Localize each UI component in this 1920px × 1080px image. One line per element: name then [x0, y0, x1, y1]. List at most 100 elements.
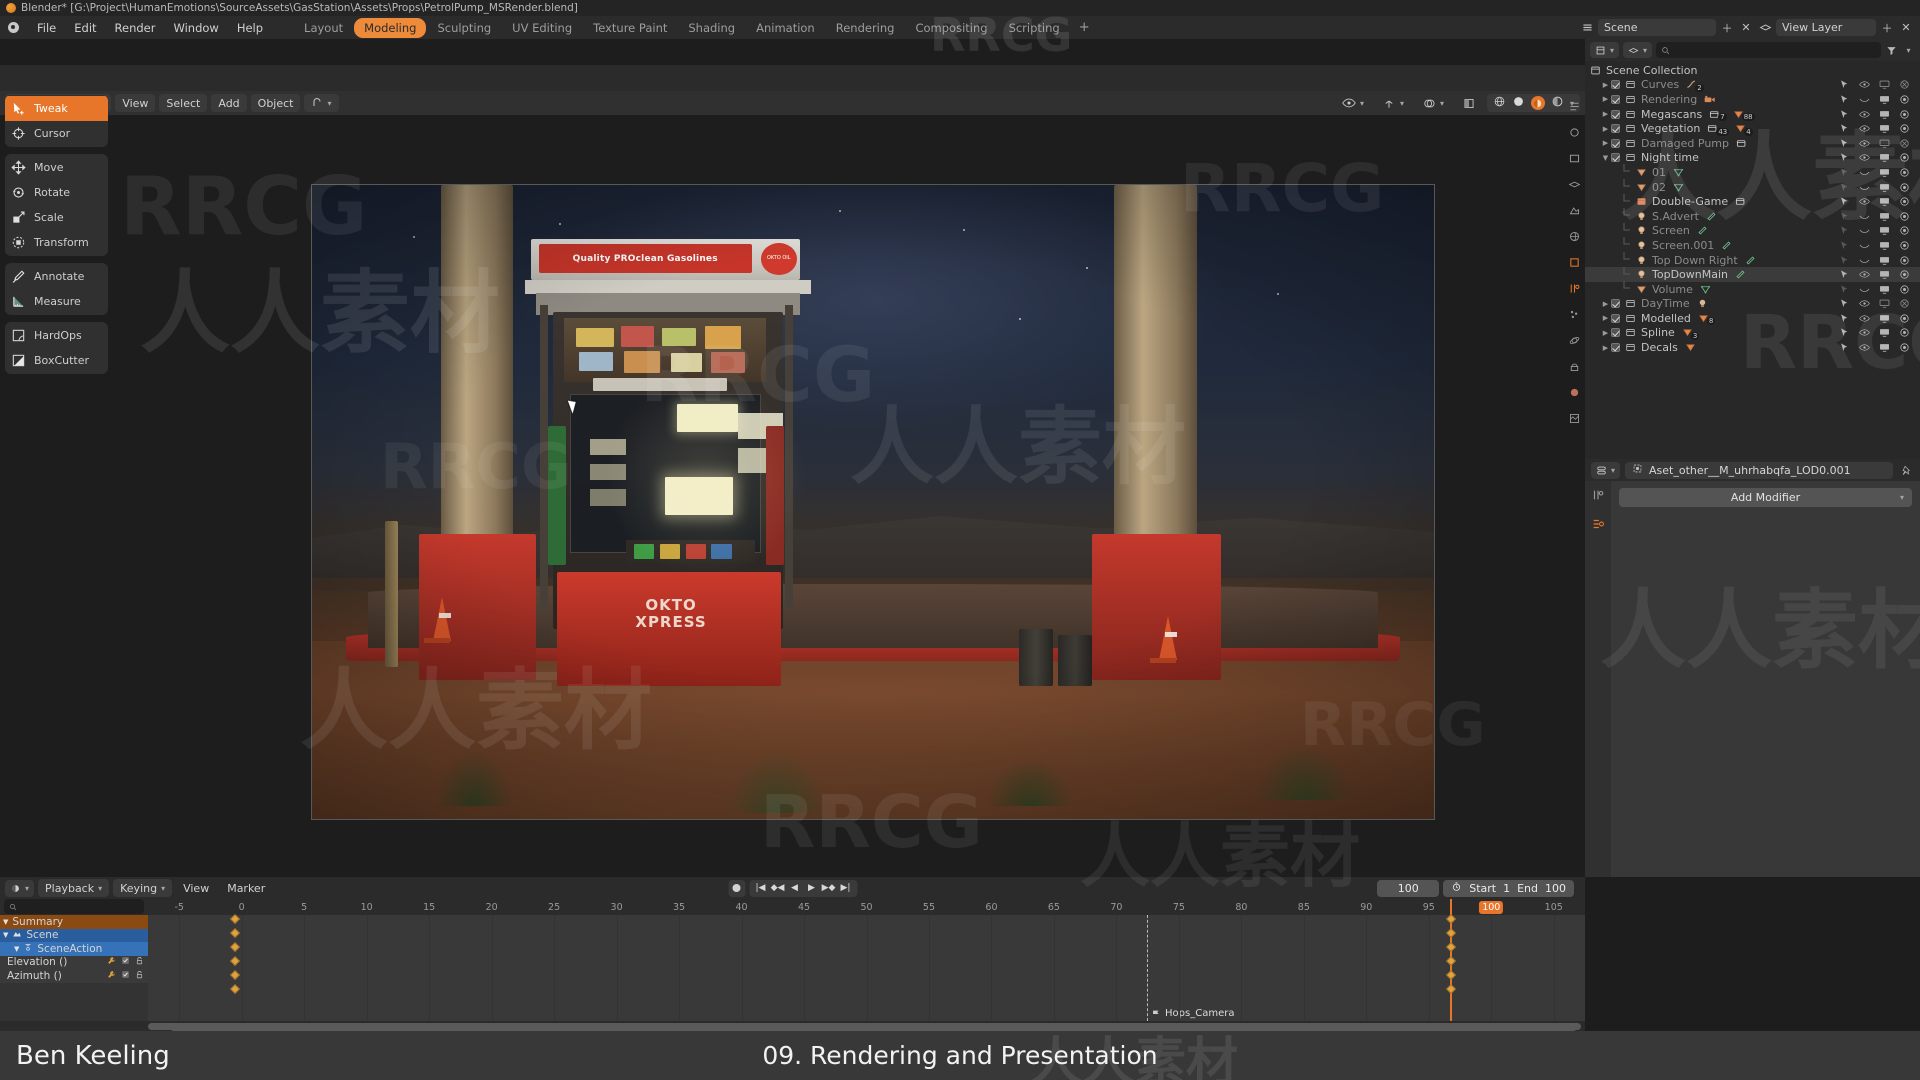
disclosure-closed-icon[interactable]: ▶: [1600, 329, 1611, 337]
blender-app-icon[interactable]: [6, 20, 22, 35]
workspace-tab-layout[interactable]: Layout: [294, 18, 353, 38]
tool-scale[interactable]: Scale: [5, 205, 108, 230]
play-button[interactable]: ▶: [803, 880, 820, 897]
disable-in-viewports-icon[interactable]: [1879, 79, 1890, 90]
workspace-tab-sculpting[interactable]: Sculpting: [427, 18, 501, 38]
keyframe[interactable]: [230, 956, 241, 966]
shading-material-icon[interactable]: [1530, 96, 1545, 110]
timeline-ruler[interactable]: -5 0 5 10 15 20 25 30 35 40 45 50 55 60 65 70 75 80 85 90 95…: [148, 899, 1585, 915]
disable-in-viewports-icon[interactable]: [1879, 109, 1890, 120]
tab-modifiers[interactable]: [1590, 516, 1606, 532]
tool-annotate[interactable]: Annotate: [5, 264, 108, 289]
auto-keying-button[interactable]: [728, 879, 745, 897]
keyframe[interactable]: [230, 928, 241, 938]
disable-in-viewports-icon[interactable]: [1879, 123, 1890, 134]
properties-editor-type-icon[interactable]: ▾: [1591, 461, 1621, 479]
select-cursor-icon[interactable]: [1839, 196, 1850, 207]
disable-in-renders-icon[interactable]: [1899, 284, 1910, 295]
menu-object[interactable]: Object: [250, 94, 301, 112]
select-cursor-icon[interactable]: [1839, 211, 1850, 222]
outliner-editor[interactable]: ▾ ▾ ▾ Scene Collection ▶ Curves 2 ▶ Renderin…: [1585, 39, 1920, 459]
disable-in-viewports-icon[interactable]: [1879, 211, 1890, 222]
hide-in-viewport-icon[interactable]: [1859, 284, 1870, 295]
disable-in-viewports-icon[interactable]: [1879, 255, 1890, 266]
outliner-row-curves[interactable]: ▶ Curves 2: [1585, 78, 1920, 93]
outliner-row-rendering[interactable]: ▶ Rendering: [1585, 92, 1920, 107]
select-cursor-icon[interactable]: [1839, 167, 1850, 178]
outliner-row-double-game[interactable]: Double-Game: [1585, 193, 1920, 209]
hide-in-viewport-icon[interactable]: [1859, 109, 1870, 120]
outliner-row-checkbox[interactable]: [1611, 299, 1620, 309]
disable-in-renders-icon[interactable]: [1899, 109, 1910, 120]
outliner-editor-type-icon[interactable]: ▾: [1590, 42, 1620, 58]
tool-tweak[interactable]: Tweak: [5, 96, 108, 121]
keyframe[interactable]: [1445, 970, 1456, 980]
disable-in-renders-icon[interactable]: [1899, 225, 1910, 236]
disable-in-renders-icon[interactable]: [1899, 152, 1910, 163]
disable-in-renders-icon[interactable]: [1899, 327, 1910, 338]
marker-label[interactable]: Hops_Camera: [1151, 1008, 1234, 1019]
keyframe[interactable]: [230, 942, 241, 952]
outliner-filter-caret-icon[interactable]: ▾: [1902, 42, 1915, 58]
disable-in-viewports-icon[interactable]: [1879, 196, 1890, 207]
output-props-icon[interactable]: [1567, 151, 1582, 166]
use-preview-range-icon[interactable]: [1451, 881, 1462, 895]
outliner-row-checkbox[interactable]: [1611, 328, 1620, 338]
dopesheet-search-input[interactable]: [4, 899, 144, 914]
disable-in-renders-icon[interactable]: [1899, 240, 1910, 251]
next-keyframe-button[interactable]: ▶◆: [820, 880, 837, 897]
select-cursor-icon[interactable]: [1839, 138, 1850, 149]
view-layer-props-icon[interactable]: [1567, 177, 1582, 192]
tab-tool[interactable]: [1590, 487, 1606, 503]
workspace-tab-modeling[interactable]: Modeling: [354, 17, 427, 38]
workspace-tab-shading[interactable]: Shading: [678, 18, 745, 38]
disable-in-renders-icon[interactable]: [1899, 211, 1910, 222]
new-scene-icon[interactable]: ＋: [1719, 20, 1735, 36]
timeline-view-menu[interactable]: View: [176, 879, 216, 897]
dopesheet-keyframe-area[interactable]: Hops_Camera: [148, 899, 1585, 1021]
menu-window[interactable]: Window: [164, 19, 227, 37]
workspace-tab-scripting[interactable]: Scripting: [999, 18, 1070, 38]
jump-to-end-button[interactable]: ▶|: [837, 880, 854, 897]
disable-in-renders-icon[interactable]: [1899, 255, 1910, 266]
disable-in-viewports-icon[interactable]: [1879, 94, 1890, 105]
channel-elevation-[interactable]: Elevation (): [0, 955, 148, 969]
outliner-row-damaged-pump[interactable]: ▶ Damaged Pump: [1585, 136, 1920, 151]
add-modifier-button[interactable]: Add Modifier ▾: [1619, 488, 1912, 507]
outliner-row-decals[interactable]: ▶ Decals: [1585, 340, 1920, 355]
modifier-props-icon[interactable]: [1567, 281, 1582, 296]
add-workspace-button[interactable]: +: [1071, 18, 1098, 37]
menu-add[interactable]: Add: [211, 94, 247, 112]
menu-render[interactable]: Render: [106, 19, 165, 37]
disable-in-viewports-icon[interactable]: [1879, 342, 1890, 353]
current-frame-field[interactable]: 100: [1377, 879, 1440, 897]
disable-in-renders-icon[interactable]: [1899, 313, 1910, 324]
select-cursor-icon[interactable]: [1839, 313, 1850, 324]
outliner-filter-icon[interactable]: [1885, 42, 1898, 58]
disable-in-viewports-icon[interactable]: [1879, 152, 1890, 163]
scene-selector[interactable]: Scene: [1598, 19, 1716, 36]
outliner-row-checkbox[interactable]: [1611, 94, 1620, 104]
workspace-tab-uv-editing[interactable]: UV Editing: [502, 18, 582, 38]
disclosure-closed-icon[interactable]: ▶: [1600, 95, 1611, 103]
outliner-row-daytime[interactable]: ▶ DayTime: [1585, 297, 1920, 312]
select-cursor-icon[interactable]: [1839, 94, 1850, 105]
properties-editor[interactable]: ▾ Aset_other__M_uhrhabqfa_LOD0.001 Add M…: [1585, 459, 1920, 877]
workspace-tab-compositing[interactable]: Compositing: [905, 18, 997, 38]
scene-props-icon[interactable]: [1567, 203, 1582, 218]
disable-in-viewports-icon[interactable]: [1879, 284, 1890, 295]
channel-azimuth-[interactable]: Azimuth (): [0, 969, 148, 983]
hide-in-viewport-icon[interactable]: [1859, 152, 1870, 163]
outliner-row-checkbox[interactable]: [1611, 138, 1620, 148]
disclosure-closed-icon[interactable]: ▶: [1600, 110, 1611, 118]
hide-in-viewport-icon[interactable]: [1859, 342, 1870, 353]
prev-keyframe-button[interactable]: ◆◀: [769, 880, 786, 897]
disable-in-renders-icon[interactable]: [1899, 79, 1910, 90]
viewport-visibility-selector[interactable]: ▾: [1335, 94, 1371, 112]
disable-in-renders-icon[interactable]: [1899, 196, 1910, 207]
tool-move[interactable]: Move: [5, 155, 108, 180]
channel-summary[interactable]: ▼ Summary: [0, 915, 148, 929]
disable-in-viewports-icon[interactable]: [1879, 225, 1890, 236]
channel-expand-icon[interactable]: ▼: [3, 931, 8, 939]
outliner-row-screen-001[interactable]: Screen.001: [1585, 237, 1920, 253]
